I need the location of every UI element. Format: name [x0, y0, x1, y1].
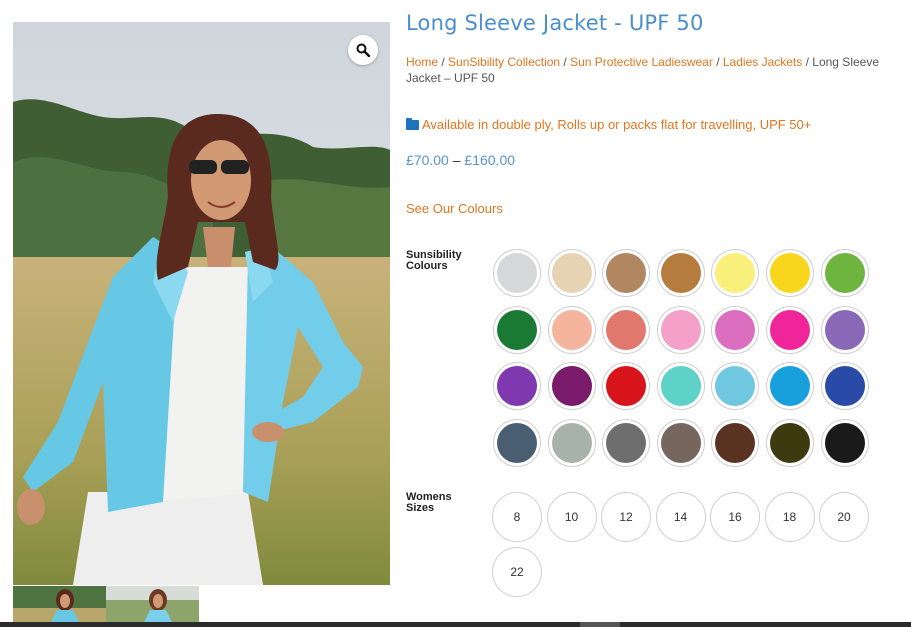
- colour-swatch[interactable]: [765, 418, 814, 467]
- colour-swatch[interactable]: [711, 305, 760, 354]
- colour-swatch[interactable]: [711, 362, 760, 410]
- swatch-fill: [551, 253, 592, 293]
- sizes-label-line2: Sizes: [406, 502, 435, 514]
- swatch-fill: [606, 309, 647, 350]
- price-range: £70.00 – £160.00: [406, 152, 515, 168]
- colour-swatch[interactable]: [656, 305, 705, 354]
- colour-swatch[interactable]: [820, 362, 869, 410]
- feature-text: Available in double ply, Rolls up or pac…: [422, 117, 812, 132]
- breadcrumb-category[interactable]: Sun Protective Ladieswear: [570, 55, 713, 69]
- swatch-fill: [824, 253, 865, 293]
- thumbnail-strip: [13, 586, 199, 622]
- colour-swatch[interactable]: [656, 418, 705, 467]
- colour-swatch[interactable]: [820, 305, 869, 354]
- swatch-fill: [660, 422, 701, 463]
- colour-swatch[interactable]: [493, 362, 541, 410]
- swatch-fill: [497, 309, 537, 350]
- colour-swatch[interactable]: [547, 418, 596, 467]
- thumbnail-2[interactable]: [106, 586, 199, 622]
- breadcrumb-subcategory[interactable]: Ladies Jackets: [723, 55, 802, 69]
- size-option[interactable]: 14: [655, 492, 706, 542]
- breadcrumb-separator: /: [438, 55, 449, 69]
- price-high: £160.00: [464, 152, 516, 168]
- swatch-fill: [824, 309, 865, 350]
- colour-swatch[interactable]: [765, 249, 814, 297]
- swatch-fill: [660, 309, 701, 350]
- scrollbar-thumb[interactable]: [580, 622, 620, 627]
- size-option[interactable]: 8: [492, 492, 542, 542]
- magnifier-icon: [356, 43, 370, 57]
- colour-swatch[interactable]: [602, 305, 651, 354]
- colour-swatch[interactable]: [656, 362, 705, 410]
- size-options: 8 10 12 14 16 18 20 22: [492, 492, 892, 597]
- swatch-fill: [824, 366, 865, 406]
- swatch-fill: [715, 309, 756, 350]
- see-colours-link[interactable]: See Our Colours: [406, 201, 503, 216]
- breadcrumb: Home / SunSibility Collection / Sun Prot…: [406, 54, 906, 86]
- colour-swatch[interactable]: [711, 418, 760, 467]
- swatch-fill: [660, 366, 701, 406]
- breadcrumb-separator: /: [802, 55, 813, 69]
- size-option[interactable]: 12: [601, 492, 651, 542]
- colour-swatch[interactable]: [765, 362, 814, 410]
- colour-swatch[interactable]: [493, 249, 541, 297]
- swatch-fill: [769, 366, 810, 406]
- colour-swatch[interactable]: [820, 249, 869, 297]
- size-option[interactable]: 20: [819, 492, 869, 542]
- swatch-fill: [769, 309, 810, 350]
- colour-swatch[interactable]: [547, 305, 596, 354]
- product-title: Long Sleeve Jacket - UPF 50: [406, 11, 704, 35]
- swatch-fill: [715, 366, 756, 406]
- breadcrumb-separator: /: [560, 55, 571, 69]
- size-option[interactable]: 10: [546, 492, 597, 542]
- product-page: Long Sleeve Jacket - UPF 50 Home / SunSi…: [0, 0, 911, 627]
- swatch-fill: [660, 253, 701, 293]
- colour-swatch[interactable]: [656, 249, 705, 297]
- price-low: £70.00: [406, 152, 449, 168]
- swatch-fill: [497, 422, 537, 463]
- size-option[interactable]: 16: [710, 492, 760, 542]
- swatch-fill: [551, 366, 592, 406]
- colour-swatch[interactable]: [765, 305, 814, 354]
- zoom-button[interactable]: [348, 35, 378, 65]
- colour-swatch[interactable]: [602, 249, 651, 297]
- colour-swatch[interactable]: [493, 305, 541, 354]
- swatch-fill: [606, 366, 647, 406]
- bottom-scrollbar[interactable]: [0, 622, 911, 627]
- folder-icon: [406, 117, 419, 130]
- swatch-fill: [824, 422, 865, 463]
- swatch-fill: [606, 422, 647, 463]
- swatch-fill: [606, 253, 647, 293]
- size-option[interactable]: 18: [764, 492, 815, 542]
- swatch-fill: [715, 422, 756, 463]
- feature-note: Available in double ply, Rolls up or pac…: [406, 117, 811, 132]
- breadcrumb-home[interactable]: Home: [406, 55, 438, 69]
- swatch-fill: [497, 366, 537, 406]
- colour-swatch[interactable]: [711, 249, 760, 297]
- swatch-fill: [715, 253, 756, 293]
- colours-label: Sunsibility Colours: [406, 250, 486, 272]
- swatch-fill: [497, 253, 537, 293]
- swatch-fill: [769, 422, 810, 463]
- colour-swatch[interactable]: [493, 418, 541, 467]
- sizes-label: Womens Sizes: [406, 492, 486, 514]
- colour-swatches: [493, 249, 873, 467]
- colour-swatch[interactable]: [547, 362, 596, 410]
- colour-swatch[interactable]: [820, 418, 869, 467]
- size-option[interactable]: 22: [492, 547, 542, 597]
- swatch-fill: [551, 309, 592, 350]
- swatch-fill: [551, 422, 592, 463]
- thumbnail-1[interactable]: [13, 586, 106, 622]
- colour-swatch[interactable]: [547, 249, 596, 297]
- product-main-image[interactable]: [13, 22, 390, 585]
- swatch-fill: [769, 253, 810, 293]
- colour-swatch[interactable]: [602, 362, 651, 410]
- breadcrumb-collection[interactable]: SunSibility Collection: [448, 55, 560, 69]
- colour-swatch[interactable]: [602, 418, 651, 467]
- colours-label-line2: Colours: [406, 260, 448, 272]
- price-separator: –: [452, 152, 461, 168]
- breadcrumb-separator: /: [712, 55, 723, 69]
